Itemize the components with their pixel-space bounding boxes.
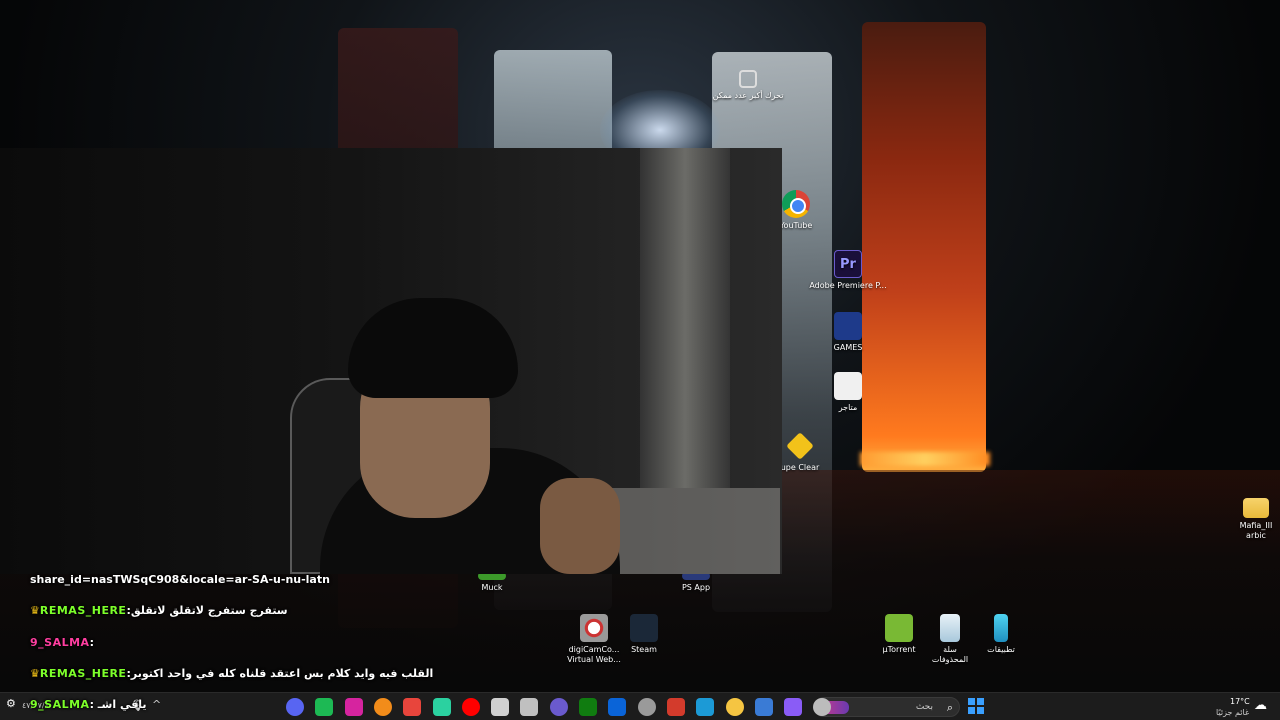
- desktop-icon-label: Mafia_III arbic: [1239, 521, 1273, 540]
- webcam-door: [640, 148, 730, 488]
- microphone-icon[interactable]: 🎙: [130, 699, 144, 712]
- chat-text: ستفرج ستفرج لاتقلق لاتقلق: [130, 604, 288, 617]
- webcam-person-hair: [348, 298, 518, 398]
- desktop-icon-label: تحرك أكبر عدد ممكن: [712, 91, 784, 100]
- premiere-icon: Pr: [834, 250, 862, 278]
- xbox-icon[interactable]: [579, 698, 597, 716]
- search-icon: ⌕: [946, 701, 953, 714]
- weather-desc[interactable]: غائم جزئيًا: [1216, 708, 1249, 717]
- windows-start-icon[interactable]: [968, 698, 984, 714]
- chat-username: 9_SALMA: [30, 636, 90, 649]
- desktop-icon-label: GAMES: [833, 343, 863, 352]
- desktop-icon-label: PS App: [681, 583, 711, 592]
- desktop-icon-label: Steam: [631, 645, 657, 654]
- vlc-icon[interactable]: [373, 698, 392, 716]
- desktop-icon-mafia-folder[interactable]: Mafia_III arbic: [1216, 494, 1280, 541]
- chat-share-line: share_id=nasTWSqC908&locale=ar-SA-u-nu-l…: [30, 573, 330, 586]
- weather-temp[interactable]: 17°C: [1230, 697, 1250, 706]
- settings-icon[interactable]: ⚙: [6, 697, 16, 710]
- capcut-icon[interactable]: [432, 698, 451, 716]
- app-red-icon[interactable]: [666, 698, 685, 716]
- webcam-feed: [0, 148, 782, 574]
- recycle-bin-icon: [940, 614, 960, 642]
- desktop-icon-label: متاجر: [838, 403, 858, 412]
- wallpaper-lava: [860, 452, 990, 466]
- youtube-icon[interactable]: [461, 698, 480, 716]
- spotify-icon[interactable]: [315, 698, 334, 716]
- utorrent-icon: [885, 614, 913, 642]
- copilot-icon[interactable]: [784, 698, 803, 716]
- apps-icon: [994, 614, 1008, 642]
- steam-icon: [630, 614, 658, 642]
- chat-message: ♛REMAS_HERE:القلب فيه وايد كلام بس اعتقد…: [30, 667, 434, 680]
- unity-icon[interactable]: [637, 698, 656, 716]
- outlook-icon[interactable]: [608, 698, 627, 716]
- games-icon: [834, 312, 862, 340]
- chrome-icon[interactable]: [403, 698, 422, 716]
- obs-icon[interactable]: [491, 698, 510, 716]
- desktop-icon-game-shortcut[interactable]: تحرك أكبر عدد ممكن: [708, 70, 788, 101]
- crown-badge-icon: ♛: [30, 667, 40, 680]
- desktop-icon-games[interactable]: GAMES: [808, 312, 888, 353]
- chat-message: 9_SALMA:: [30, 636, 94, 649]
- taskbar-search[interactable]: بحث ⌕: [814, 697, 960, 717]
- desktop-icon-premiere[interactable]: Pr Adobe Premiere P...: [808, 250, 888, 291]
- explorer-icon[interactable]: [725, 698, 744, 716]
- store-icon[interactable]: [754, 698, 773, 716]
- desktop-icon-label: تطبيقات: [987, 645, 1015, 654]
- chat-message: ♛REMAS_HERE:ستفرج ستفرج لاتقلق لاتقلق: [30, 604, 288, 617]
- desktop-icon-apps[interactable]: تطبيقات: [961, 614, 1041, 655]
- chrome-icon: [782, 190, 810, 218]
- chat-share-text: share_id=nasTWSqC908&locale=ar-SA-u-nu-l…: [30, 573, 330, 586]
- desktop-icon-label: Muck: [481, 583, 503, 592]
- store-icon: [834, 372, 862, 400]
- desktop-icon-steam[interactable]: Steam: [604, 614, 684, 655]
- desktop-icon-label: YouTube: [779, 221, 813, 230]
- desktop-icon-label: upe Clear: [780, 463, 820, 472]
- chat-username: 9_SALMA: [30, 698, 90, 711]
- chat-username: REMAS_HERE: [39, 667, 127, 680]
- search-placeholder: بحث: [915, 702, 933, 712]
- discord-icon[interactable]: [286, 698, 304, 716]
- desktop-icon-ps-app[interactable]: PS App: [656, 572, 736, 593]
- chat-username: REMAS_HERE: [39, 604, 127, 617]
- desktop-icon-label: Adobe Premiere P...: [809, 281, 887, 290]
- chevron-up-icon[interactable]: ^: [152, 698, 161, 711]
- edge-icon[interactable]: [696, 698, 715, 716]
- webcam-person-arm: [540, 478, 620, 574]
- controller-icon: [739, 70, 757, 88]
- instagram-icon[interactable]: [344, 698, 363, 716]
- clear-icon: [786, 432, 814, 460]
- clock-icon[interactable]: [520, 698, 539, 716]
- weather-cloud-icon: ☁: [1254, 698, 1267, 713]
- chat-text: القلب فيه وايد كلام بس اعتقد قلناه كله ف…: [130, 667, 434, 680]
- crown-badge-icon: ♛: [30, 604, 40, 617]
- movies-icon[interactable]: [549, 698, 568, 716]
- desktop-icon-muck[interactable]: Muck: [452, 572, 532, 593]
- desktop-icon-stores[interactable]: متاجر: [808, 372, 888, 413]
- folder-icon: [1243, 498, 1269, 518]
